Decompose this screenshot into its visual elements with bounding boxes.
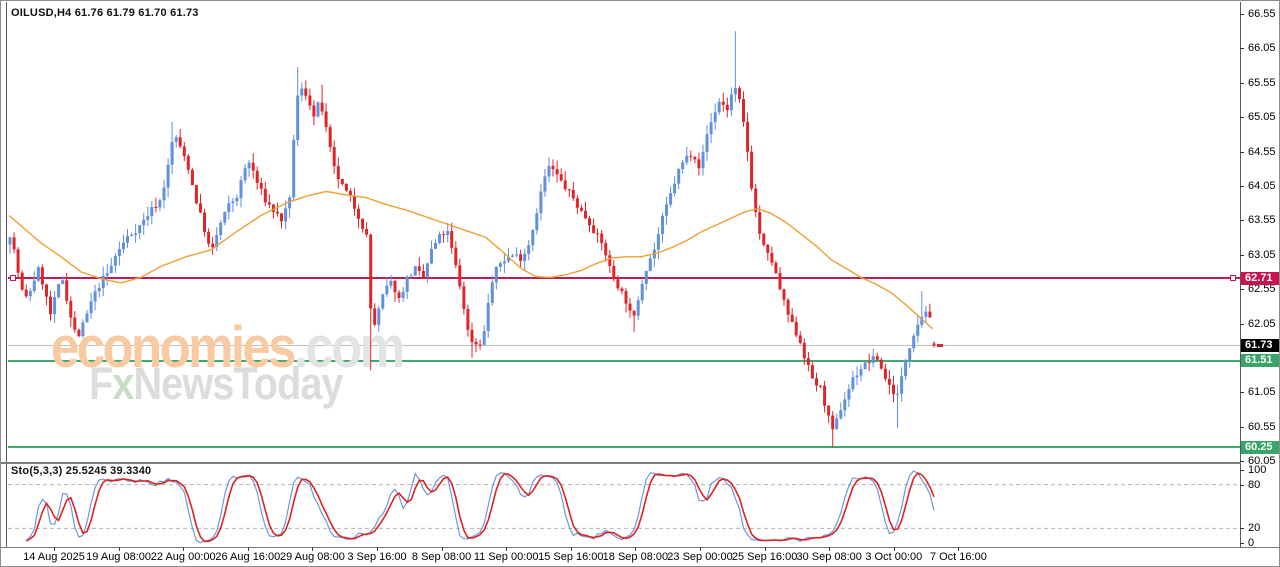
date-axis-label: 30 Sep 08:00 bbox=[796, 551, 862, 563]
price-axis-label: 64.05 bbox=[1248, 179, 1276, 192]
price-tick bbox=[1240, 220, 1244, 222]
stochastic-label: Sto(5,3,3) 25.5245 39.3340 bbox=[11, 465, 152, 477]
price-badge-61.51: 61.51 bbox=[1241, 354, 1279, 368]
last-price-marker bbox=[937, 344, 943, 347]
indicator-axis-label: 20 bbox=[1248, 522, 1261, 535]
line-handle[interactable] bbox=[1230, 275, 1236, 282]
stochastic-main-line bbox=[25, 470, 935, 544]
indicator-axis-label: 80 bbox=[1248, 478, 1261, 491]
price-axis-label: 63.55 bbox=[1248, 214, 1276, 227]
down-candle-wicks bbox=[13, 80, 935, 448]
down-candle-bodies bbox=[12, 88, 936, 430]
date-axis-label: 25 Sep 16:00 bbox=[731, 551, 798, 563]
line-handle[interactable] bbox=[10, 275, 16, 282]
price-badge-61.73: 61.73 bbox=[1241, 339, 1279, 352]
symbol-ohlc-label: OILUSD,H4 61.76 61.79 61.70 61.73 bbox=[11, 7, 199, 19]
price-axis-label: 64.55 bbox=[1248, 145, 1276, 158]
indicator-tick bbox=[1240, 470, 1244, 471]
price-axis-label: 66.55 bbox=[1248, 8, 1276, 20]
price-axis-label: 61.05 bbox=[1248, 386, 1276, 399]
date-axis-label: 11 Sep 00:00 bbox=[473, 551, 539, 563]
price-tick bbox=[1240, 82, 1244, 84]
price-axis-label: 62.55 bbox=[1248, 283, 1276, 296]
price-axis-label: 66.05 bbox=[1248, 42, 1276, 55]
price-tick bbox=[1240, 392, 1244, 394]
time-axis[interactable]: 14 Aug 2025 19 Aug 08:00 22 Aug 00:00 26 Au… bbox=[1, 547, 1279, 566]
date-axis-label: 8 Sep 08:00 bbox=[411, 551, 472, 563]
price-badge-60.25: 60.25 bbox=[1241, 440, 1279, 454]
mt4-chart-window: economies.com FxNewsToday OILUSD,H4 61.7… bbox=[0, 0, 1280, 567]
indicator-tick bbox=[1240, 528, 1244, 530]
price-axis-label: 65.55 bbox=[1248, 76, 1276, 89]
chart-canvas[interactable] bbox=[1, 1, 1241, 547]
date-axis-label: 26 Aug 16:00 bbox=[215, 551, 281, 563]
price-badge-62.71: 62.71 bbox=[1241, 271, 1279, 285]
date-axis-label: 15 Sep 16:00 bbox=[538, 551, 604, 563]
indicator-axis-label: 100 bbox=[1248, 464, 1267, 476]
price-tick bbox=[1240, 323, 1244, 325]
date-axis-label: 3 Oct 00:00 bbox=[865, 551, 923, 563]
price-tick bbox=[1240, 151, 1244, 153]
date-axis-label: 23 Sep 00:00 bbox=[667, 551, 733, 563]
price-tick bbox=[1240, 426, 1244, 428]
date-axis-label: 29 Aug 08:00 bbox=[279, 551, 345, 563]
price-axis-label: 60.55 bbox=[1248, 420, 1276, 433]
price-tick bbox=[1240, 254, 1244, 256]
date-axis-label: 18 Sep 08:00 bbox=[602, 551, 669, 563]
date-axis-label: 7 Oct 16:00 bbox=[929, 551, 987, 563]
price-axis-label: 62.05 bbox=[1248, 317, 1276, 330]
price-tick bbox=[1240, 185, 1244, 187]
indicator-tick bbox=[1240, 484, 1244, 486]
up-candle-bodies bbox=[8, 88, 928, 430]
price-axis-label: 65.05 bbox=[1248, 111, 1276, 124]
date-axis-label: 3 Sep 16:00 bbox=[347, 551, 407, 563]
price-tick bbox=[1240, 48, 1244, 50]
indicator-tick bbox=[1240, 543, 1244, 544]
price-axis[interactable]: 62.71 61.73 61.51 60.25 66.55 66.05 65.55 65.05… bbox=[1240, 1, 1279, 549]
price-axis-label: 63.05 bbox=[1248, 248, 1276, 261]
price-tick bbox=[1240, 289, 1244, 291]
date-axis-label: 19 Aug 08:00 bbox=[86, 551, 152, 563]
price-tick bbox=[1240, 14, 1244, 15]
price-tick bbox=[1240, 117, 1244, 119]
date-axis-label: 14 Aug 2025 bbox=[23, 551, 85, 563]
date-axis-label: 22 Aug 00:00 bbox=[150, 551, 216, 563]
price-tick bbox=[1240, 461, 1244, 462]
up-candle-wicks bbox=[9, 31, 927, 430]
